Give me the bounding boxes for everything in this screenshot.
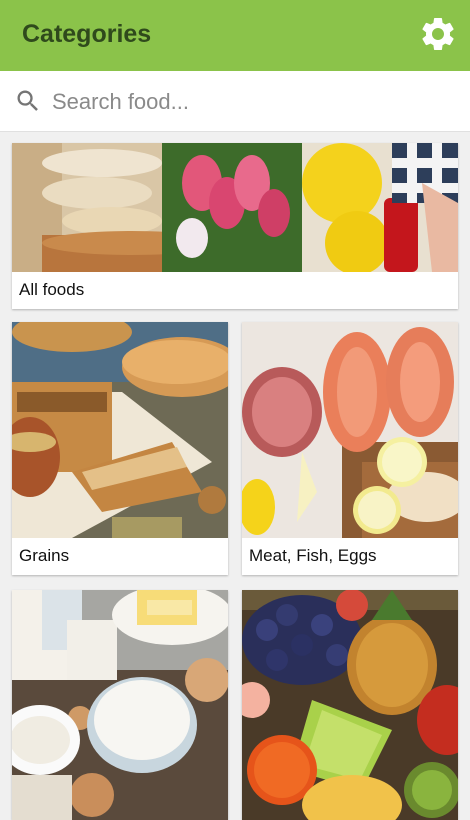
category-label: Meat, Fish, Eggs [249, 546, 377, 565]
category-card-meat-fish-eggs[interactable]: Meat, Fish, Eggs [242, 322, 458, 575]
category-label: Grains [19, 546, 70, 565]
category-card-all-foods[interactable]: All foods [12, 143, 458, 309]
search-bar [0, 71, 470, 132]
category-card-fruits[interactable] [242, 590, 458, 820]
grains-image [12, 322, 228, 538]
category-label: All foods [19, 280, 85, 299]
page-title: Categories [22, 20, 152, 48]
fruits-image [242, 590, 458, 820]
category-card-dairy[interactable] [12, 590, 228, 820]
search-icon [14, 87, 42, 115]
search-input[interactable] [50, 84, 454, 120]
meat-fish-eggs-image [242, 322, 458, 538]
app-bar: Categories [0, 0, 470, 71]
all-foods-image [12, 143, 458, 272]
category-card-grains[interactable]: Grains [12, 322, 228, 575]
gear-icon[interactable] [418, 14, 458, 54]
dairy-image [12, 590, 228, 820]
